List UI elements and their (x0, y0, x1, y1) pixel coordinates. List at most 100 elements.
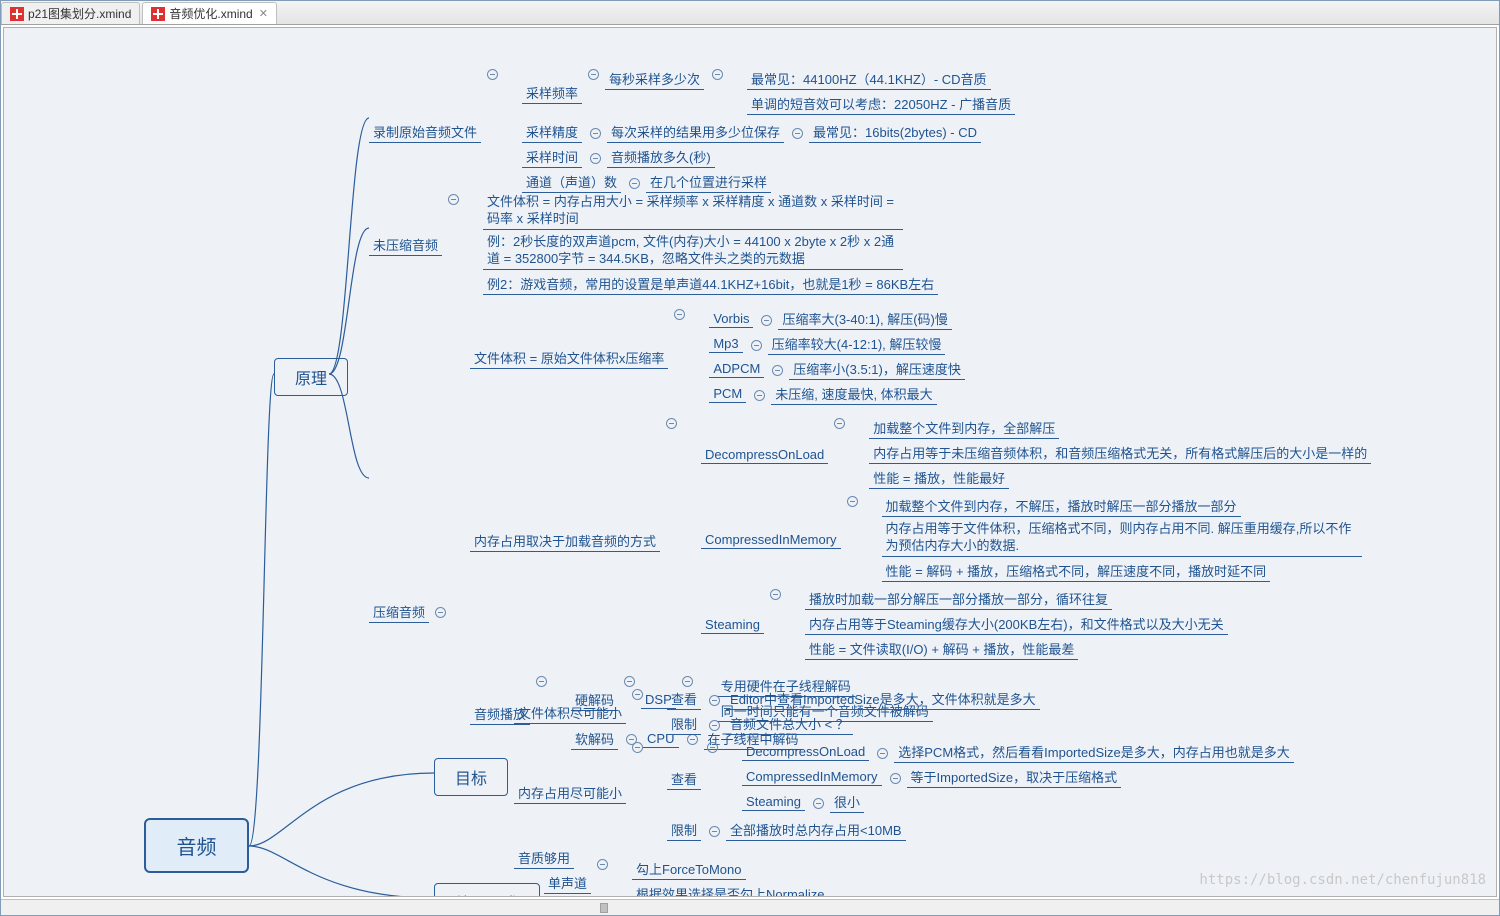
k[interactable]: ADPCM (709, 360, 764, 378)
leaf[interactable]: 加载整个文件到内存，全部解压 (869, 417, 1059, 439)
k[interactable]: 限制 (667, 819, 701, 841)
node-mem[interactable]: 内存占用取决于加载音频的方式 (470, 530, 660, 552)
k[interactable]: 查看 (667, 688, 701, 710)
v[interactable]: 音频文件总大小 < ？ (726, 713, 853, 735)
k[interactable]: DecompressOnLoad (742, 743, 869, 761)
node-prec[interactable]: 采样精度 (522, 121, 582, 143)
collapse-icon[interactable] (761, 315, 772, 326)
leaf[interactable]: 例：2秒长度的双声道pcm, 文件(内存)大小 = 44100 x 2byte … (483, 233, 903, 270)
collapse-icon[interactable] (588, 69, 599, 80)
leaf[interactable]: 每次采样的结果用多少位保存 (607, 121, 784, 143)
close-icon[interactable]: ✕ (259, 7, 268, 20)
scroll-thumb[interactable] (600, 903, 608, 913)
node-goal[interactable]: 目标 (434, 758, 508, 796)
leaf[interactable]: 最常见：16bits(2bytes) - CD (809, 121, 981, 143)
collapse-icon[interactable] (834, 418, 845, 429)
leaf[interactable]: 勾上ForceToMono (632, 858, 745, 880)
k[interactable]: 查看 (667, 768, 701, 790)
collapse-icon[interactable] (629, 178, 640, 189)
leaf[interactable]: 内存占用等于文件体积，压缩格式不同，则内存占用不同. 解压重用缓存,所以不作为预… (882, 520, 1362, 557)
node-record[interactable]: 录制原始音频文件 (369, 121, 481, 143)
node-freq-desc[interactable]: 每秒采样多少次 (605, 68, 704, 90)
collapse-icon[interactable] (770, 589, 781, 600)
collapse-icon[interactable] (666, 418, 677, 429)
node-chan[interactable]: 通道（声道）数 (522, 171, 621, 193)
node-mono[interactable]: 单声道 (544, 872, 591, 894)
node-uncompressed[interactable]: 未压缩音频 (369, 234, 442, 256)
leaf[interactable]: 性能 = 文件读取(I/O) + 解码 + 播放，性能最差 (805, 638, 1078, 660)
leaf[interactable]: 播放时加载一部分解压一部分播放一部分，循环往复 (805, 588, 1112, 610)
node-filesize[interactable]: 文件体积 = 原始文件体积x压缩率 (470, 347, 668, 369)
collapse-icon[interactable] (877, 748, 888, 759)
v[interactable]: 等于ImportedSize，取决于压缩格式 (907, 766, 1122, 788)
collapse-icon[interactable] (682, 676, 693, 687)
node-principle[interactable]: 原理 (274, 358, 348, 396)
k[interactable]: 限制 (667, 713, 701, 735)
collapse-icon[interactable] (487, 69, 498, 80)
leaf[interactable]: 音频播放多久(秒) (607, 146, 715, 168)
collapse-icon[interactable] (590, 153, 601, 164)
leaf[interactable]: 加载整个文件到内存，不解压，播放时解压一部分播放一部分 (882, 495, 1241, 517)
v[interactable]: 很小 (830, 791, 864, 813)
collapse-icon[interactable] (624, 676, 635, 687)
node-unified[interactable]: 统一要求 (434, 883, 540, 897)
node-time[interactable]: 采样时间 (522, 146, 582, 168)
leaf[interactable]: 例2：游戏音频，常用的设置是单声道44.1KHZ+16bit，也就是1秒 = 8… (483, 273, 938, 295)
v[interactable]: 选择PCM格式，然后看看ImportedSize是多大，内存占用也就是多大 (894, 741, 1293, 763)
mindmap-canvas[interactable]: 音频 原理 录制原始音频文件 采样频率 每秒采样多少次 最常见：44100HZ（… (3, 27, 1497, 897)
collapse-icon[interactable] (707, 742, 718, 753)
leaf[interactable]: 根据效果选择是否勾上Normalize (632, 883, 829, 897)
collapse-icon[interactable] (536, 676, 547, 687)
node-compressed[interactable]: 压缩音频 (369, 601, 429, 623)
node-freq[interactable]: 采样频率 (522, 82, 582, 104)
collapse-icon[interactable] (632, 689, 643, 700)
node-label: 统一要求 (455, 896, 519, 897)
leaf[interactable]: 性能 = 播放，性能最好 (869, 467, 1009, 489)
leaf[interactable]: 内存占用等于未压缩音频体积，和音频压缩格式无关，所有格式解压后的大小是一样的 (869, 442, 1371, 464)
leaf[interactable]: 最常见：44100HZ（44.1KHZ）- CD音质 (747, 68, 991, 90)
k[interactable]: CompressedInMemory (701, 531, 841, 549)
scrollbar-horizontal[interactable] (1, 899, 1499, 915)
k[interactable]: PCM (709, 385, 746, 403)
collapse-icon[interactable] (674, 309, 685, 320)
k[interactable]: Steaming (701, 616, 764, 634)
collapse-icon[interactable] (709, 720, 720, 731)
k[interactable]: Steaming (742, 793, 805, 811)
collapse-icon[interactable] (712, 69, 723, 80)
leaf[interactable]: 单调的短音效可以考虑：22050HZ - 广播音质 (747, 93, 1015, 115)
k[interactable]: Mp3 (709, 335, 742, 353)
collapse-icon[interactable] (772, 365, 783, 376)
tab-file-2[interactable]: 音频优化.xmind ✕ (142, 2, 277, 24)
tab-file-1[interactable]: p21图集划分.xmind (1, 2, 140, 24)
leaf[interactable]: 在几个位置进行采样 (646, 171, 771, 193)
collapse-icon[interactable] (632, 742, 643, 753)
leaf[interactable]: 内存占用等于Steaming缓存大小(200KB左右)，和文件格式以及大小无关 (805, 613, 1228, 635)
k[interactable]: Vorbis (709, 310, 753, 328)
collapse-icon[interactable] (792, 128, 803, 139)
leaf[interactable]: 性能 = 解码 + 播放，压缩格式不同，解压速度不同，播放时延不同 (882, 560, 1271, 582)
node-filesize-small[interactable]: 文件体积尽可能小 (514, 702, 626, 724)
k[interactable]: CompressedInMemory (742, 768, 882, 786)
v[interactable]: 未压缩, 速度最快, 体积最大 (771, 383, 936, 405)
xmind-icon (10, 7, 24, 21)
collapse-icon[interactable] (813, 798, 824, 809)
collapse-icon[interactable] (709, 695, 720, 706)
collapse-icon[interactable] (847, 496, 858, 507)
v[interactable]: 压缩率小(3.5:1)，解压速度快 (789, 358, 965, 380)
collapse-icon[interactable] (709, 826, 720, 837)
k[interactable]: DecompressOnLoad (701, 446, 828, 464)
v[interactable]: Editor中查看ImportedSize是多大，文件体积就是多大 (726, 688, 1040, 710)
collapse-icon[interactable] (435, 607, 446, 618)
collapse-icon[interactable] (448, 194, 459, 205)
v[interactable]: 全部播放时总内存占用<10MB (726, 819, 906, 841)
v[interactable]: 压缩率较大(4-12:1), 解压较慢 (768, 333, 946, 355)
collapse-icon[interactable] (754, 390, 765, 401)
collapse-icon[interactable] (751, 340, 762, 351)
leaf[interactable]: 文件体积 = 内存占用大小 = 采样频率 x 采样精度 x 通道数 x 采样时间… (483, 193, 903, 230)
collapse-icon[interactable] (590, 128, 601, 139)
collapse-icon[interactable] (890, 773, 901, 784)
collapse-icon[interactable] (597, 859, 608, 870)
root-node[interactable]: 音频 (144, 818, 249, 873)
node-mem-small[interactable]: 内存占用尽可能小 (514, 782, 626, 804)
v[interactable]: 压缩率大(3-40:1), 解压(码)慢 (778, 308, 951, 330)
